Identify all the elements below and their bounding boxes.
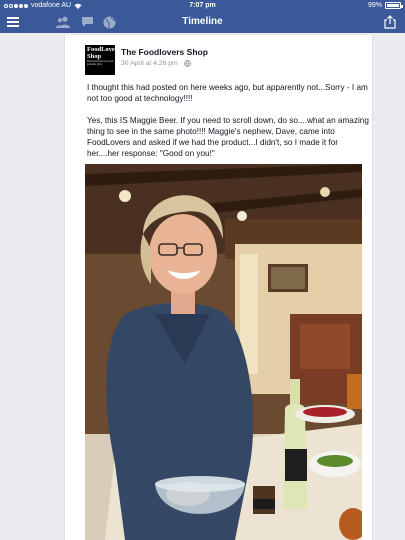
- battery-percent: 99%: [367, 2, 382, 9]
- post-body-text: I thought this had posted on here weeks …: [87, 83, 369, 158]
- avatar-logo-tagline: Delicious fine food and gourmet gifts: [87, 60, 114, 66]
- page-avatar[interactable]: FoodLovers Shop Delicious fine food and …: [85, 45, 115, 75]
- post-timestamp[interactable]: 30 April at 4:26 pm: [121, 60, 178, 67]
- page-title: Timeline: [182, 16, 223, 27]
- post-meta: 30 April at 4:26 pm ·: [121, 60, 191, 67]
- public-globe-icon: [184, 60, 191, 67]
- battery-icon: [385, 2, 403, 9]
- photo-illustration: [85, 164, 362, 540]
- top-nav-bar: Timeline: [0, 11, 405, 33]
- status-right: 99%: [367, 0, 403, 11]
- dot-separator: ·: [179, 60, 182, 67]
- post-author-name[interactable]: The Foodlovers Shop: [121, 47, 208, 57]
- share-icon[interactable]: [383, 15, 397, 29]
- post-card: FoodLovers Shop Delicious fine food and …: [64, 35, 373, 540]
- status-time: 7:07 pm: [189, 2, 216, 9]
- post-photo[interactable]: [85, 164, 362, 540]
- status-bar: vodafone AU 7:07 pm 99%: [0, 0, 405, 11]
